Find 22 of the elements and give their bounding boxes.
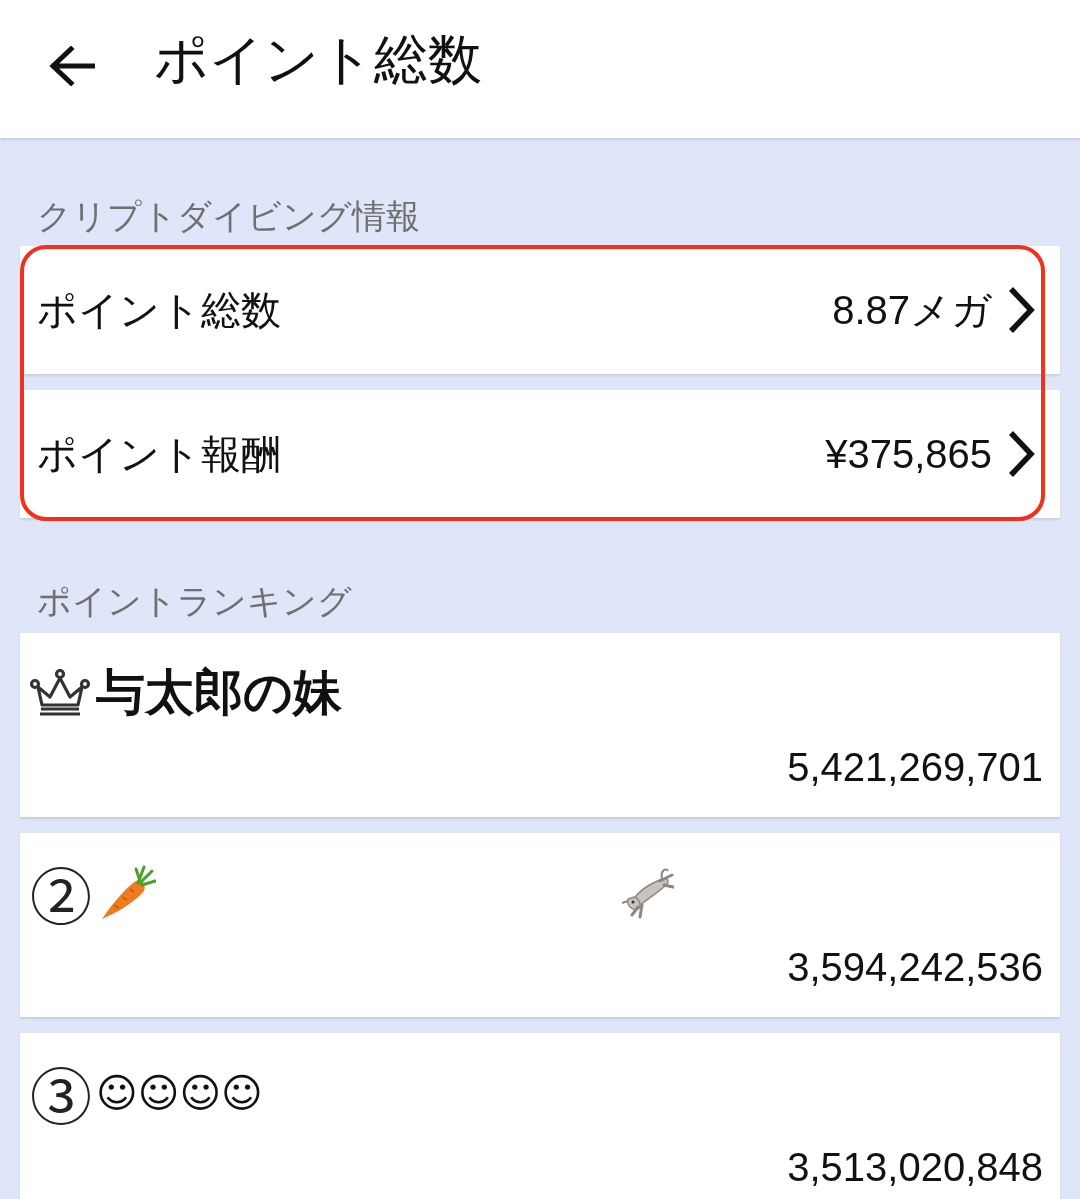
rank-number: ③ — [30, 1063, 92, 1123]
section-label: ポイントランキング — [37, 581, 352, 621]
back-button[interactable] — [48, 46, 96, 86]
info-row[interactable]: ポイント総数 8.87メガ — [20, 246, 1060, 374]
info-row[interactable]: ポイント報酬 ¥375,865 — [20, 390, 1060, 518]
chevron-right-icon — [1006, 429, 1036, 479]
score: 3,513,020,848 — [787, 1144, 1043, 1190]
crown-icon — [30, 669, 90, 717]
back-arrow-icon — [49, 46, 95, 86]
user-name: ☺☺☺☺ — [96, 1069, 263, 1118]
row-label: ポイント報酬 — [37, 430, 281, 478]
user-name: 与太郎の妹 — [96, 663, 342, 723]
section-label: クリプトダイビング情報 — [37, 196, 420, 236]
score: 5,421,269,701 — [787, 744, 1043, 790]
carrot-icon — [100, 865, 156, 921]
row-value: 8.87メガ — [832, 286, 992, 334]
row-label: ポイント総数 — [37, 286, 281, 334]
row-value: ¥375,865 — [825, 431, 992, 477]
score: 3,594,242,536 — [787, 944, 1043, 990]
page-title: ポイント総数 — [154, 28, 482, 91]
rank-number: ② — [30, 863, 92, 923]
chevron-right-icon — [1006, 285, 1036, 335]
